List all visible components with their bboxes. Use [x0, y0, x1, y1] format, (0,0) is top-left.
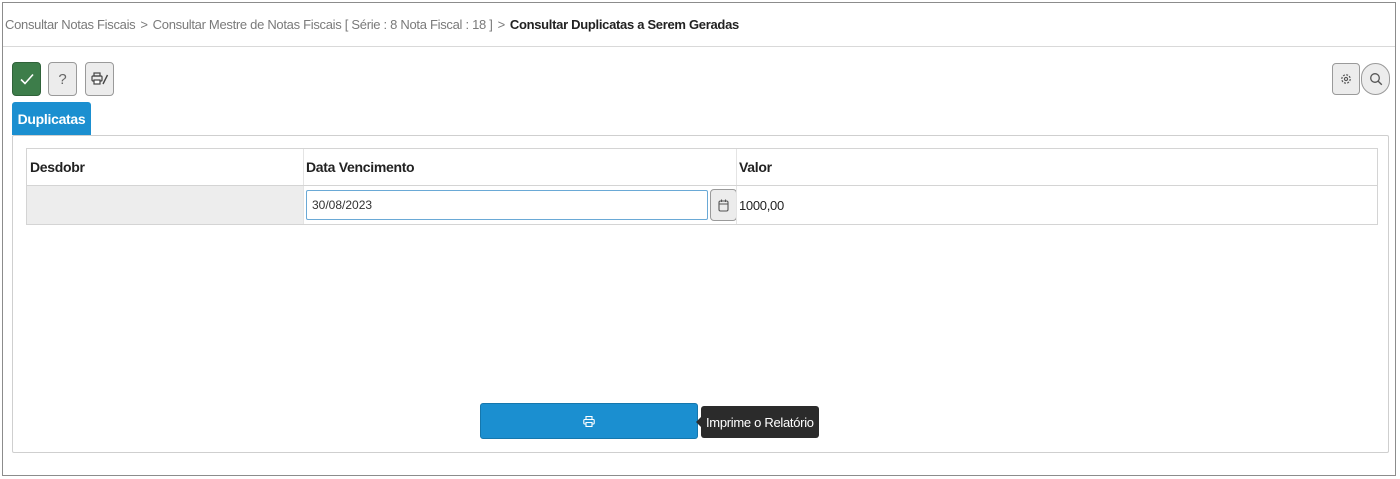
cell-valor: 1000,00 — [736, 186, 1377, 224]
column-header-data-vencimento: Data Vencimento — [303, 149, 736, 185]
data-vencimento-input[interactable] — [306, 190, 708, 220]
question-icon: ? — [58, 70, 67, 88]
calendar-button[interactable] — [710, 189, 737, 221]
breadcrumb-separator: > — [497, 17, 506, 32]
cell-data-vencimento — [303, 186, 737, 224]
gear-icon — [1341, 74, 1351, 84]
tab-duplicatas[interactable]: Duplicatas — [12, 102, 91, 135]
breadcrumb: Consultar Notas Fiscais > Consultar Mest… — [3, 3, 1395, 47]
print-tooltip: Imprime o Relatório — [696, 406, 819, 438]
breadcrumb-separator: > — [140, 17, 148, 32]
breadcrumb-item-mestre-notas[interactable]: Consultar Mestre de Notas Fiscais [ Séri… — [153, 17, 493, 32]
date-field-wrapper — [306, 189, 737, 221]
print-settings-button[interactable] — [85, 62, 114, 96]
print-report-button[interactable] — [480, 403, 698, 439]
table-header: Desdobr Data Vencimento Valor — [27, 149, 1377, 186]
calendar-icon — [718, 199, 729, 212]
check-icon — [19, 73, 34, 85]
window-frame: Consultar Notas Fiscais > Consultar Mest… — [2, 2, 1396, 476]
help-button[interactable]: ? — [48, 62, 77, 96]
confirm-button[interactable] — [12, 62, 41, 96]
settings-button[interactable] — [1332, 63, 1360, 95]
duplicatas-panel: Desdobr Data Vencimento Valor 30/08/2023… — [12, 135, 1389, 453]
search-button[interactable] — [1361, 63, 1390, 95]
search-icon — [1369, 73, 1382, 86]
duplicatas-table: Desdobr Data Vencimento Valor 30/08/2023… — [26, 148, 1378, 225]
breadcrumb-item-notas-fiscais[interactable]: Consultar Notas Fiscais — [5, 17, 136, 32]
column-header-valor: Valor — [736, 149, 1377, 185]
printer-icon — [583, 415, 595, 427]
table-row: 1000,00 — [27, 186, 1377, 224]
column-header-desdobr: Desdobr — [30, 159, 85, 175]
printer-edit-icon — [90, 72, 108, 85]
breadcrumb-current: Consultar Duplicatas a Serem Geradas — [509, 17, 739, 32]
cell-desdobr — [27, 186, 303, 224]
